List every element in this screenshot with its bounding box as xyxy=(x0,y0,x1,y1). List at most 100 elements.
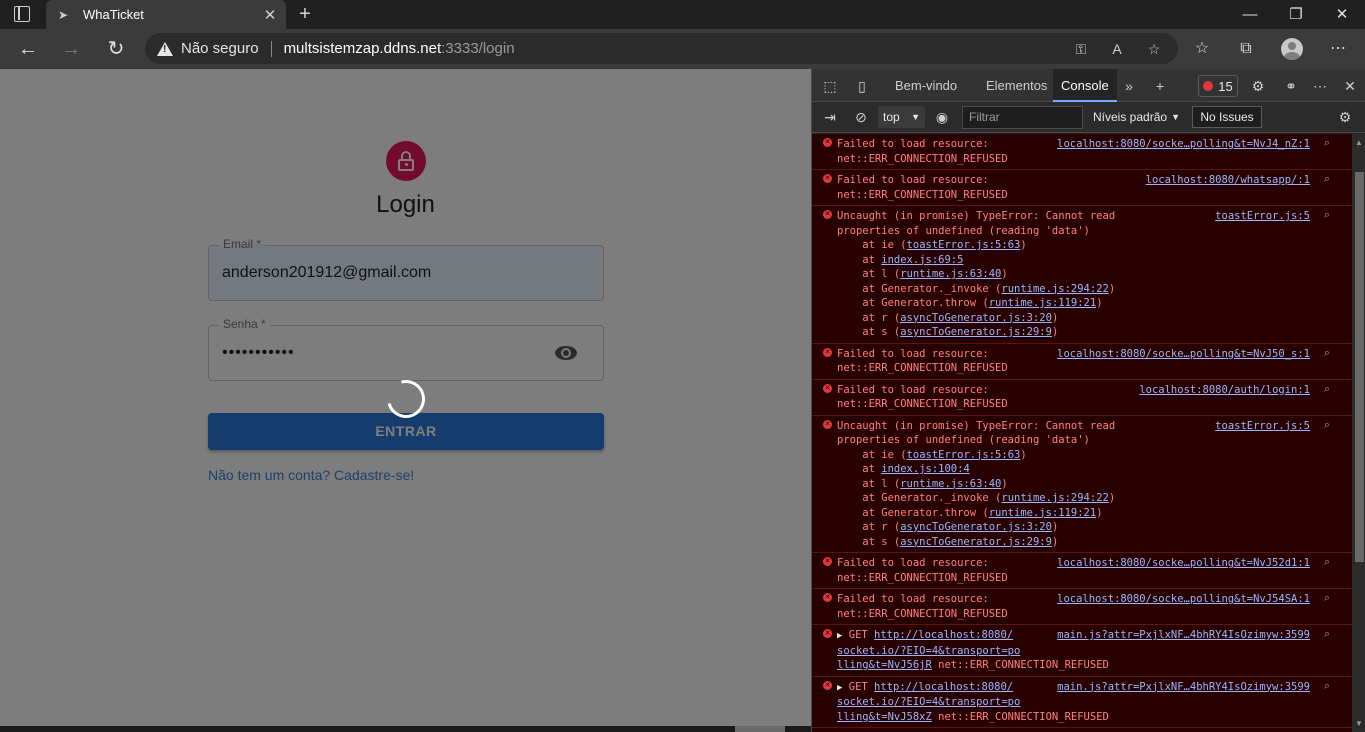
error-icon: ✕ xyxy=(823,593,832,602)
message-line: net::ERR_CONNECTION_REFUSED xyxy=(837,362,1008,374)
read-aloud-icon[interactable]: A xyxy=(1108,40,1126,58)
stack-frame-link[interactable]: toastError.js:5:63 xyxy=(907,449,1021,461)
request-url-link[interactable]: lling&t=NvJ58xZ xyxy=(837,711,932,723)
console-settings-icon[interactable]: ⚙ xyxy=(1336,108,1354,126)
security-label[interactable]: Não seguro xyxy=(181,40,259,57)
search-icon[interactable]: ⌕ xyxy=(1324,172,1330,187)
back-arrow-icon[interactable]: ← xyxy=(14,35,42,63)
message-source-link[interactable]: localhost:8080/whatsapp/:1 xyxy=(1146,173,1310,188)
levels-select[interactable]: Níveis padrão xyxy=(1093,106,1185,129)
title-bar: ➤ WhaTicket ✕ + — ❐ ✕ xyxy=(0,0,1365,29)
stack-frame-link[interactable]: runtime.js:294:22 xyxy=(1001,492,1108,504)
device-icon[interactable]: ▯ xyxy=(853,77,871,95)
stack-frame: at l (runtime.js:63:40) xyxy=(837,477,1008,490)
request-url-link[interactable]: socket.io/?EIO=4&transport=po xyxy=(837,645,1020,657)
more-icon[interactable]: ⋯ xyxy=(1311,77,1329,95)
message-source-link[interactable]: localhost:8080/socke…polling&t=NvJ52d1:1 xyxy=(1057,556,1310,571)
message-source-link[interactable]: main.js?attr=PxjlxNF…4bhRY4IsOzimyw:3599 xyxy=(1057,628,1310,643)
stack-frame-link[interactable]: asyncToGenerator.js:3:20 xyxy=(900,521,1052,533)
stack-frame-link[interactable]: runtime.js:119:21 xyxy=(989,297,1096,309)
tab-welcome[interactable]: Bem-vindo xyxy=(887,69,965,102)
profile-avatar[interactable] xyxy=(1281,38,1303,60)
url-text[interactable]: multsistemzap.ddns.net:3333/login xyxy=(284,40,515,57)
key-icon[interactable]: ⚿ xyxy=(1072,40,1090,58)
console-scrollbar[interactable]: ▲ ▼ xyxy=(1352,134,1365,732)
issues-button[interactable]: No Issues xyxy=(1192,106,1262,128)
message-source-link[interactable]: localhost:8080/socke…polling&t=NvJ54SA:1 xyxy=(1057,592,1310,607)
browser-tab[interactable]: ➤ WhaTicket ✕ xyxy=(46,0,286,29)
search-icon[interactable]: ⌕ xyxy=(1324,555,1330,570)
filter-input[interactable]: Filtrar xyxy=(962,106,1083,129)
forward-arrow-icon[interactable]: → xyxy=(57,35,85,63)
stack-frame-link[interactable]: toastError.js:5:63 xyxy=(907,239,1021,251)
scrollbar-thumb[interactable] xyxy=(1355,172,1364,562)
address-bar[interactable]: Não seguro multsistemzap.ddns.net:3333/l… xyxy=(145,33,1178,64)
connections-icon[interactable]: ⚭ xyxy=(1282,77,1300,95)
stack-frame-link[interactable]: runtime.js:119:21 xyxy=(989,507,1096,519)
message-line: properties of undefined (reading 'data') xyxy=(837,434,1090,446)
message-source-link[interactable]: localhost:8080/auth/login:1 xyxy=(1139,383,1310,398)
horizontal-scrollbar[interactable] xyxy=(0,726,811,732)
message-source-link[interactable]: toastError.js:5 xyxy=(1215,209,1310,224)
console-error-message: ✕ localhost:8080/socke…polling&t=NvJ4_nZ:… xyxy=(812,134,1352,170)
search-icon[interactable]: ⌕ xyxy=(1324,346,1330,361)
restore-button[interactable]: ❐ xyxy=(1273,0,1319,29)
request-url-link[interactable]: http://localhost:8080/ xyxy=(874,629,1013,641)
stack-frame-link[interactable]: asyncToGenerator.js:29:9 xyxy=(900,536,1052,548)
settings-icon[interactable]: ⚙ xyxy=(1249,77,1267,95)
tab-close-icon[interactable]: ✕ xyxy=(262,6,278,24)
stack-frame-link[interactable]: asyncToGenerator.js:29:9 xyxy=(900,326,1052,338)
message-source-link[interactable]: localhost:8080/socke…polling&t=NvJ4_nZ:1 xyxy=(1057,137,1310,152)
sidebar-toggle-icon[interactable]: ⇥ xyxy=(821,108,839,126)
search-icon[interactable]: ⌕ xyxy=(1324,136,1330,151)
live-expression-icon[interactable]: ◉ xyxy=(933,108,951,126)
inspect-icon[interactable]: ⬚ xyxy=(821,77,839,95)
request-url-link[interactable]: http://localhost:8080/ xyxy=(874,681,1013,693)
tab-actions-icon[interactable] xyxy=(14,6,30,22)
message-source-link[interactable]: toastError.js:5 xyxy=(1215,419,1310,434)
console-error-message: ✕ localhost:8080/socke…polling&t=NvJ52d1:… xyxy=(812,553,1352,589)
stack-frame-link[interactable]: index.js:100:4 xyxy=(881,463,970,475)
close-icon[interactable]: ✕ xyxy=(1341,77,1359,95)
expand-triangle-icon[interactable]: ▶ xyxy=(837,683,842,693)
close-window-button[interactable]: ✕ xyxy=(1319,0,1365,29)
request-url-link[interactable]: lling&t=NvJ56jR xyxy=(837,659,932,671)
search-icon[interactable]: ⌕ xyxy=(1324,208,1330,223)
request-url-link[interactable]: socket.io/?EIO=4&transport=po xyxy=(837,696,1020,708)
console-messages: ✕ localhost:8080/socke…polling&t=NvJ4_nZ:… xyxy=(812,134,1352,732)
scrollbar-thumb[interactable] xyxy=(735,726,785,732)
clear-console-icon[interactable]: ⊘ xyxy=(852,108,870,126)
context-select[interactable]: top xyxy=(878,106,925,128)
new-tab-button[interactable]: + xyxy=(294,3,316,25)
tab-console[interactable]: Console xyxy=(1053,69,1117,102)
collections-icon[interactable]: ⧉ xyxy=(1236,39,1256,59)
scroll-down-icon[interactable]: ▼ xyxy=(1355,719,1363,728)
search-icon[interactable]: ⌕ xyxy=(1324,591,1330,606)
stack-frame-link[interactable]: runtime.js:63:40 xyxy=(900,268,1001,280)
reload-icon[interactable]: ↻ xyxy=(102,35,130,63)
message-source-link[interactable]: localhost:8080/socke…polling&t=NvJ50_s:1 xyxy=(1057,347,1310,362)
search-icon[interactable]: ⌕ xyxy=(1324,418,1330,433)
message-source-link[interactable]: main.js?attr=PxjlxNF…4bhRY4IsOzimyw:3599 xyxy=(1057,680,1310,695)
stack-frame-link[interactable]: asyncToGenerator.js:3:20 xyxy=(900,312,1052,324)
tab-elements[interactable]: Elementos xyxy=(978,69,1055,102)
add-favorite-icon[interactable]: ☆ xyxy=(1145,40,1163,58)
expand-triangle-icon[interactable]: ▶ xyxy=(837,631,842,641)
add-tab-icon[interactable]: + xyxy=(1151,77,1169,95)
error-icon: ✕ xyxy=(823,680,832,690)
stack-frame: at s (asyncToGenerator.js:29:9) xyxy=(837,326,1059,338)
error-count-badge[interactable]: 15 xyxy=(1198,75,1238,97)
scroll-up-icon[interactable]: ▲ xyxy=(1355,138,1363,147)
search-icon[interactable]: ⌕ xyxy=(1324,679,1330,694)
stack-frame-link[interactable]: runtime.js:63:40 xyxy=(900,478,1001,490)
search-icon[interactable]: ⌕ xyxy=(1324,382,1330,397)
favorites-icon[interactable]: ☆ xyxy=(1192,39,1212,59)
more-icon[interactable]: ⋯ xyxy=(1328,39,1348,59)
stack-frame-link[interactable]: index.js:69:5 xyxy=(881,254,963,266)
search-icon[interactable]: ⌕ xyxy=(1324,627,1330,642)
stack-frame-link[interactable]: runtime.js:294:22 xyxy=(1001,283,1108,295)
error-icon: ✕ xyxy=(823,210,832,219)
more-tabs-icon[interactable]: » xyxy=(1120,77,1138,95)
console-error-message: ✕ toastError.js:5 ⌕ Uncaught (in promise) T… xyxy=(812,206,1352,344)
minimize-button[interactable]: — xyxy=(1227,0,1273,29)
